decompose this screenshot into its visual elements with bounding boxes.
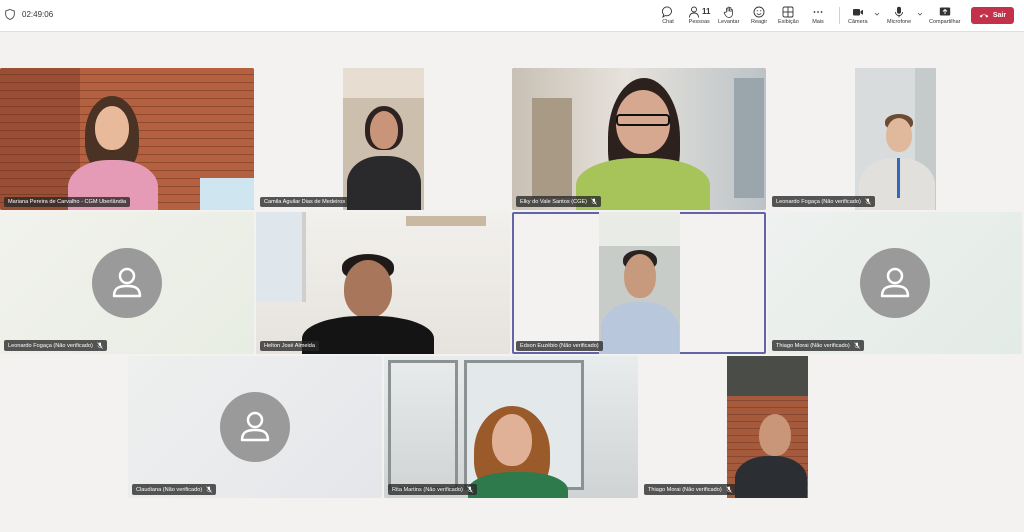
participant-tile[interactable]: Mariana Pereira de Carvalho - CGM Uberlâ… — [0, 68, 254, 210]
camera-button[interactable]: Câmera — [848, 4, 868, 25]
participant-name: Leonardo Fogaça (Não verificado) — [4, 340, 107, 351]
mic-muted-icon — [206, 486, 212, 493]
chat-label: Chat — [662, 19, 674, 25]
participant-tile[interactable]: Claudiana (Não verificado) — [128, 356, 382, 498]
meeting-timer: 02:49:06 — [5, 9, 53, 20]
share-button[interactable]: Compartilhar — [929, 4, 960, 25]
mic-muted-icon — [725, 486, 732, 493]
participant-name: Edson Euzébio (Não verificado) — [516, 341, 603, 351]
participant-tile[interactable]: Helton José Almeida — [256, 212, 510, 354]
video-feed — [855, 68, 936, 210]
video-feed — [384, 356, 638, 498]
camera-icon — [852, 8, 863, 15]
video-feed — [256, 212, 510, 354]
participant-name: Mariana Pereira de Carvalho - CGM Uberlâ… — [4, 197, 131, 207]
share-screen-icon — [939, 7, 950, 15]
more-label: Mais — [812, 19, 824, 25]
participant-tile[interactable]: Leonardo Fogaça (Não verificado) — [0, 212, 254, 354]
toolbar-divider — [839, 7, 840, 24]
microphone-icon — [895, 6, 904, 17]
participant-name: Camila Aguilar Dias de Medeiros — [260, 197, 350, 207]
participant-name: Thiago Morai (Não verificado) — [644, 484, 736, 495]
avatar — [220, 392, 290, 462]
participant-name: Thiago Morai (Não verificado) — [772, 340, 864, 351]
mic-muted-icon — [467, 486, 473, 493]
raise-hand-button[interactable]: Levantar — [718, 4, 739, 25]
camera-options-chevron-icon[interactable] — [874, 11, 880, 17]
view-button[interactable]: Exibição — [778, 4, 799, 25]
chat-icon — [662, 6, 672, 18]
microphone-label: Microfone — [887, 19, 912, 25]
mic-muted-icon — [591, 198, 597, 205]
people-label: Pessoas — [688, 19, 710, 25]
smile-icon — [753, 6, 765, 17]
mic-muted-icon — [865, 198, 871, 205]
people-count: 11 — [702, 7, 711, 16]
person-placeholder-icon — [112, 267, 142, 298]
microphone-button[interactable]: Microfone — [887, 4, 911, 25]
person-placeholder-icon — [880, 267, 910, 298]
share-label: Compartilhar — [929, 19, 961, 25]
shield-icon — [5, 9, 15, 20]
avatar — [860, 248, 930, 318]
participant-tile[interactable]: Elky do Vale Santos (CGE) — [512, 68, 766, 210]
participant-name: Helton José Almeida — [260, 341, 319, 351]
leave-button[interactable]: Sair — [971, 7, 1014, 24]
participant-tile[interactable]: Edson Euzébio (Não verificado) — [512, 212, 766, 354]
participant-tile[interactable]: Leonardo Fogaça (Não verificado) — [768, 68, 1022, 210]
participant-name: Leonardo Fogaça (Não verificado) — [772, 196, 875, 207]
leave-label: Sair — [992, 12, 1007, 19]
avatar — [92, 248, 162, 318]
participant-tile[interactable]: Camila Aguilar Dias de Medeiros — [256, 68, 510, 210]
participant-tile[interactable]: Thiago Morai (Não verificado) — [640, 356, 894, 498]
raise-hand-icon — [723, 6, 733, 18]
video-feed — [599, 212, 680, 354]
camera-label: Câmera — [848, 19, 868, 25]
react-label: Reagir — [751, 19, 768, 25]
raise-hand-label: Levantar — [718, 19, 740, 25]
chat-button[interactable]: Chat — [662, 4, 674, 25]
meeting-toolbar: 02:49:06 Chat 11 Pessoas Levantar Reagir… — [0, 0, 1024, 32]
people-button[interactable]: 11 Pessoas — [688, 4, 710, 25]
view-label: Exibição — [778, 19, 799, 25]
mic-muted-icon — [97, 342, 103, 349]
mic-options-chevron-icon[interactable] — [917, 11, 923, 17]
video-feed — [512, 68, 766, 210]
mic-muted-icon — [853, 342, 860, 349]
grid-view-icon — [782, 6, 794, 17]
video-feed — [0, 68, 254, 210]
participant-name: Rita Martins (Não verificado) — [388, 484, 477, 495]
video-feed — [727, 356, 808, 498]
timer-text: 02:49:06 — [22, 10, 54, 19]
participant-name: Claudiana (Não verificado) — [132, 484, 217, 495]
person-placeholder-icon — [240, 411, 270, 442]
people-icon — [689, 6, 699, 18]
participant-name: Elky do Vale Santos (CGE) — [516, 196, 602, 207]
hang-up-icon — [979, 14, 989, 18]
participant-tile[interactable]: Rita Martins (Não verificado) — [384, 356, 638, 498]
participant-tile[interactable]: Thiago Morai (Não verificado) — [768, 212, 1022, 354]
video-feed — [343, 68, 424, 210]
more-button[interactable]: Mais — [812, 4, 824, 25]
more-icon — [813, 10, 823, 13]
react-button[interactable]: Reagir — [751, 4, 767, 25]
